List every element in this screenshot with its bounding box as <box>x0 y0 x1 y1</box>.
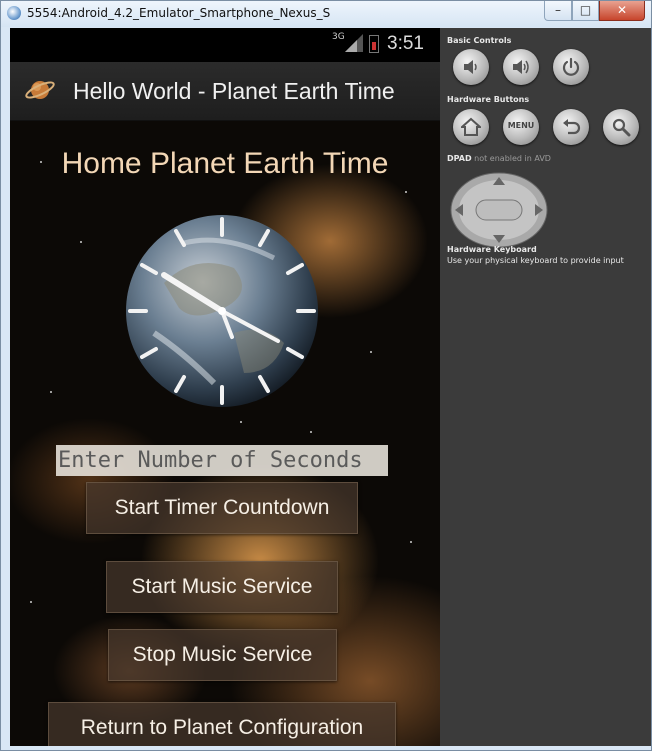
close-button[interactable]: ✕ <box>599 1 645 21</box>
window-title: 5554:Android_4.2_Emulator_Smartphone_Nex… <box>27 6 331 20</box>
earth-clock-image <box>126 215 318 407</box>
volume-down-button[interactable] <box>453 49 489 85</box>
action-bar: Hello World - Planet Earth Time <box>10 62 440 121</box>
emulator-controls-panel: Basic Controls Hardware Buttons MENU DPA… <box>440 28 651 746</box>
volume-down-icon <box>464 60 477 74</box>
menu-button-label: MENU <box>507 121 535 130</box>
planet-icon[interactable] <box>24 74 56 106</box>
stop-music-service-button[interactable]: Stop Music Service <box>108 629 337 681</box>
search-button[interactable] <box>603 109 639 145</box>
start-timer-countdown-button[interactable]: Start Timer Countdown <box>86 482 358 534</box>
seconds-input[interactable] <box>56 445 388 476</box>
battery-icon <box>369 35 379 53</box>
emulator-app-icon <box>7 6 21 20</box>
back-button[interactable] <box>553 109 589 145</box>
page-heading: Home Planet Earth Time <box>61 147 389 180</box>
basic-controls-label: Basic Controls <box>447 36 512 45</box>
back-arrow-icon <box>563 119 581 135</box>
home-button[interactable] <box>453 109 489 145</box>
device-screen: 3G 3:51 Hello World - Planet Earth Time <box>10 28 440 746</box>
hardware-keyboard-hint: Use your physical keyboard to provide in… <box>447 256 624 265</box>
emulator-window: 5554:Android_4.2_Emulator_Smartphone_Nex… <box>0 0 652 751</box>
menu-button[interactable]: MENU <box>503 109 539 145</box>
hardware-keyboard-label: Hardware Keyboard <box>447 245 537 254</box>
volume-up-icon <box>513 60 529 74</box>
home-icon <box>461 117 481 136</box>
return-to-planet-configuration-button[interactable]: Return to Planet Configuration <box>48 702 396 746</box>
start-music-service-button[interactable]: Start Music Service <box>106 561 338 613</box>
app-title: Hello World - Planet Earth Time <box>73 78 395 104</box>
volume-up-button[interactable] <box>503 49 539 85</box>
power-icon <box>562 57 580 76</box>
maximize-button[interactable]: □ <box>572 1 599 21</box>
network-type: 3G <box>332 32 345 42</box>
status-time: 3:51 <box>387 33 424 54</box>
dpad-label: DPAD not enabled in AVD <box>447 154 551 163</box>
minimize-button[interactable]: – <box>544 1 572 21</box>
hardware-buttons-label: Hardware Buttons <box>447 95 530 104</box>
search-icon <box>612 118 631 137</box>
window-titlebar[interactable]: 5554:Android_4.2_Emulator_Smartphone_Nex… <box>1 1 651 27</box>
status-bar: 3G 3:51 <box>10 28 440 62</box>
dpad-control <box>450 172 548 248</box>
dpad-note: not enabled in AVD <box>474 154 551 163</box>
power-button[interactable] <box>553 49 589 85</box>
signal-icon <box>345 34 363 52</box>
main-content: Home Planet Earth Time Enter Number of S… <box>10 121 440 746</box>
